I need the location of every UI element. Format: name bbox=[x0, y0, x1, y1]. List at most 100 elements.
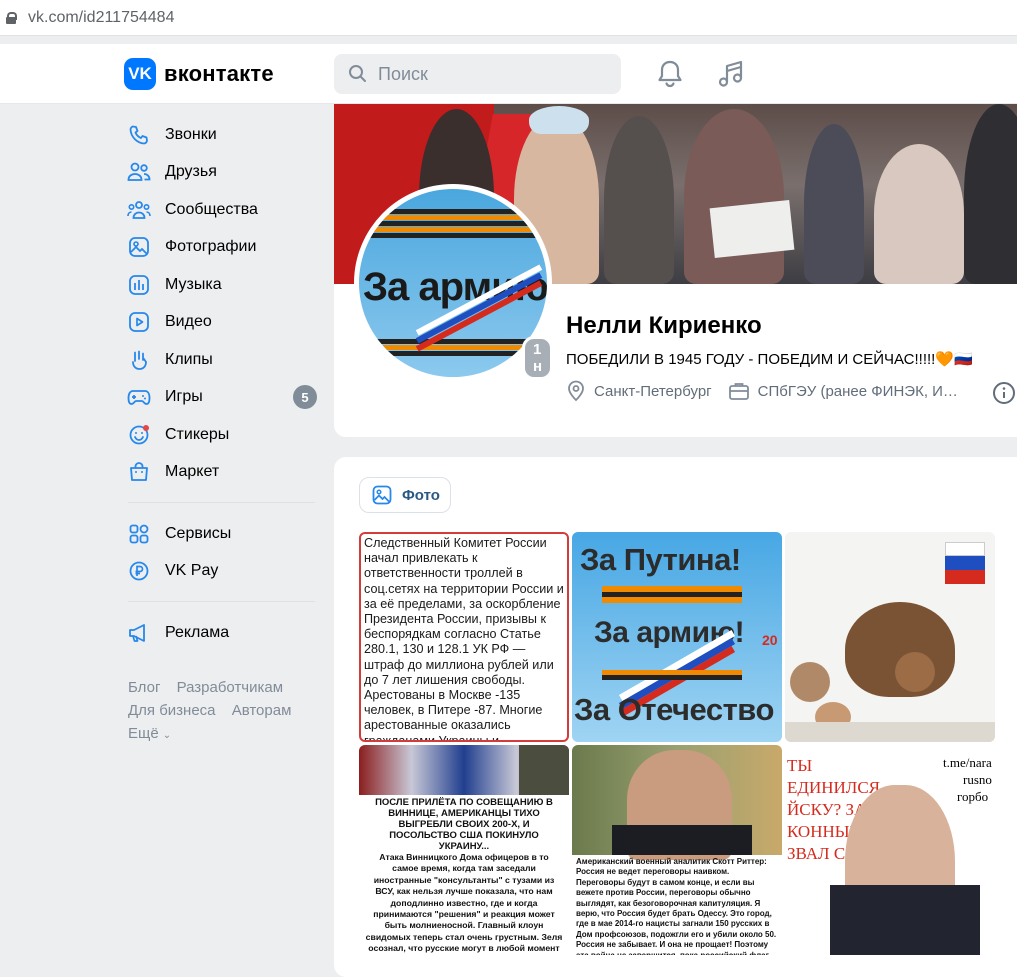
cartoon-ground bbox=[785, 722, 995, 742]
photo-soldiers bbox=[519, 745, 569, 795]
sidebar-item-services[interactable]: Сервисы bbox=[124, 515, 319, 553]
photo-thumbnail[interactable]: За Путина! За армию! 20 За Отечество bbox=[572, 532, 782, 742]
ribbon-stripe bbox=[359, 233, 547, 238]
search-box[interactable] bbox=[334, 54, 621, 94]
photo-thumbnail[interactable]: Следственный Комитет России начал привле… bbox=[359, 532, 569, 742]
sidebar-item-stickers[interactable]: Стикеры bbox=[124, 416, 319, 454]
sidebar-item-label: VK Pay bbox=[165, 562, 219, 580]
footer-link-developers[interactable]: Разработчикам bbox=[177, 679, 283, 696]
clips-icon bbox=[126, 347, 152, 373]
photo-year-text: 20 bbox=[762, 632, 778, 648]
music-player-button[interactable] bbox=[716, 58, 746, 90]
photo-text: Атака Винницкого Дома офицеров в то само… bbox=[365, 852, 563, 955]
footer-link-authors[interactable]: Авторам bbox=[232, 702, 292, 719]
vk-logo-wordmark: вконтакте bbox=[164, 61, 274, 86]
video-icon bbox=[126, 309, 152, 335]
sidebar-item-vkpay[interactable]: VK Pay bbox=[124, 553, 319, 591]
footer-link-blog[interactable]: Блог bbox=[128, 679, 160, 696]
photos-icon bbox=[126, 234, 152, 260]
lock-icon bbox=[6, 11, 17, 24]
sidebar-item-label: Игры bbox=[165, 388, 203, 406]
ribbon-stripe bbox=[359, 345, 547, 350]
games-count-badge: 5 bbox=[293, 385, 317, 410]
phone-icon bbox=[126, 122, 152, 148]
cartoon-cub bbox=[895, 652, 935, 692]
gamepad-icon bbox=[126, 384, 152, 410]
profile-more-info-button[interactable] bbox=[992, 381, 1016, 410]
music-note-icon bbox=[718, 60, 743, 87]
footer-more-button[interactable]: Ещё ⌄ bbox=[128, 722, 319, 747]
sidebar-footer: Блог Разработчикам Для бизнеса Авторам Е… bbox=[124, 676, 319, 747]
sidebar-item-label: Друзья bbox=[165, 163, 217, 181]
chevron-down-icon: ⌄ bbox=[162, 729, 172, 741]
top-header: VK вконтакте bbox=[0, 44, 1017, 104]
sidebar-item-market[interactable]: Маркет bbox=[124, 454, 319, 492]
photo-text: t.me/nara bbox=[943, 755, 992, 770]
profile-city-text: Санкт-Петербург bbox=[594, 382, 712, 400]
sidebar-item-label: Сообщества bbox=[165, 200, 258, 218]
photo-man-suit bbox=[612, 825, 752, 855]
sidebar-item-video[interactable]: Видео bbox=[124, 304, 319, 342]
cover-person bbox=[529, 106, 589, 134]
left-sidebar: Звонки Друзья Сообщества Фотографии Музы… bbox=[124, 116, 319, 747]
photos-tab-label: Фото bbox=[402, 486, 440, 504]
footer-link-business[interactable]: Для бизнеса bbox=[128, 702, 216, 719]
profile-status: ПОБЕДИЛИ В 1945 ГОДУ - ПОБЕДИМ И СЕЙЧАС!… bbox=[566, 351, 973, 368]
vk-logo[interactable]: VK вконтакте bbox=[124, 58, 274, 90]
ribbon-stripe bbox=[359, 227, 547, 232]
sidebar-item-clips[interactable]: Клипы bbox=[124, 341, 319, 379]
sidebar-divider bbox=[128, 601, 315, 602]
communities-icon bbox=[126, 197, 152, 223]
ribbon-stripe bbox=[602, 675, 742, 680]
last-seen-badge: 1 н bbox=[522, 336, 554, 380]
sidebar-item-games[interactable]: Игры 5 bbox=[124, 379, 319, 417]
cover-person bbox=[684, 109, 784, 284]
photo-text: горбо bbox=[957, 789, 989, 804]
footer-link-more: Ещё bbox=[128, 724, 159, 742]
profile-name: Нелли Кириенко bbox=[566, 312, 762, 339]
sidebar-item-communities[interactable]: Сообщества bbox=[124, 191, 319, 229]
search-input[interactable] bbox=[378, 63, 608, 85]
ribbon-stripe bbox=[359, 215, 547, 220]
photos-tab-button[interactable]: Фото bbox=[359, 477, 451, 513]
sidebar-item-label: Звонки bbox=[165, 125, 217, 143]
profile-avatar[interactable]: За армию 1 н bbox=[354, 184, 554, 382]
url-text[interactable]: vk.com/id211754484 bbox=[28, 9, 174, 27]
cover-person bbox=[804, 124, 864, 284]
photo-thumbnail[interactable] bbox=[785, 532, 995, 742]
cover-newspaper bbox=[709, 199, 795, 259]
browser-address-bar[interactable]: vk.com/id211754484 bbox=[0, 0, 1017, 36]
photo-thumbnail[interactable]: Американский военный аналитик Скотт Ритт… bbox=[572, 745, 782, 955]
services-grid-icon bbox=[126, 521, 152, 547]
sidebar-item-music[interactable]: Музыка bbox=[124, 266, 319, 304]
location-pin-icon bbox=[568, 380, 584, 402]
sidebar-item-label: Фотографии bbox=[165, 238, 257, 256]
sidebar-item-friends[interactable]: Друзья bbox=[124, 154, 319, 192]
photo-thumbnail[interactable]: ТЫ ЕДИНИЛСЯ ЙСКУ? ЗА КОННЫЙ ЗВАЛ ССР t.m… bbox=[785, 745, 995, 955]
sidebar-item-calls[interactable]: Звонки bbox=[124, 116, 319, 154]
profile-city[interactable]: Санкт-Петербург bbox=[566, 380, 712, 402]
shopping-bag-icon bbox=[126, 459, 152, 485]
sidebar-item-label: Клипы bbox=[165, 350, 213, 368]
sidebar-item-label: Реклама bbox=[165, 623, 230, 641]
photo-text: Следственный Комитет России начал привле… bbox=[364, 536, 564, 742]
ribbon-stripe bbox=[359, 339, 547, 344]
photo-thumbnail[interactable]: ПОСЛЕ ПРИЛЁТА ПО СОВЕЩАНИЮ В ВИННИЦЕ, АМ… bbox=[359, 745, 569, 955]
photo-person-suit bbox=[830, 885, 980, 955]
notifications-button[interactable] bbox=[655, 58, 685, 90]
info-icon bbox=[993, 382, 1015, 404]
sidebar-item-label: Музыка bbox=[165, 275, 222, 293]
profile-education[interactable]: СПбГЭУ (ранее ФИНЭК, И… bbox=[728, 381, 958, 401]
sidebar-item-label: Стикеры bbox=[165, 425, 230, 443]
photo-text: За Отечество bbox=[574, 692, 774, 727]
sidebar-item-label: Сервисы bbox=[165, 524, 232, 542]
photo-text: rusno bbox=[963, 772, 992, 787]
music-icon bbox=[126, 272, 152, 298]
sidebar-item-photos[interactable]: Фотографии bbox=[124, 229, 319, 267]
sticker-smile-icon bbox=[126, 422, 152, 448]
sidebar-item-ads[interactable]: Реклама bbox=[124, 614, 319, 652]
ribbon-stripe bbox=[359, 209, 547, 214]
photo-icon bbox=[372, 485, 392, 505]
search-icon bbox=[349, 65, 366, 82]
cover-person bbox=[964, 104, 1017, 284]
